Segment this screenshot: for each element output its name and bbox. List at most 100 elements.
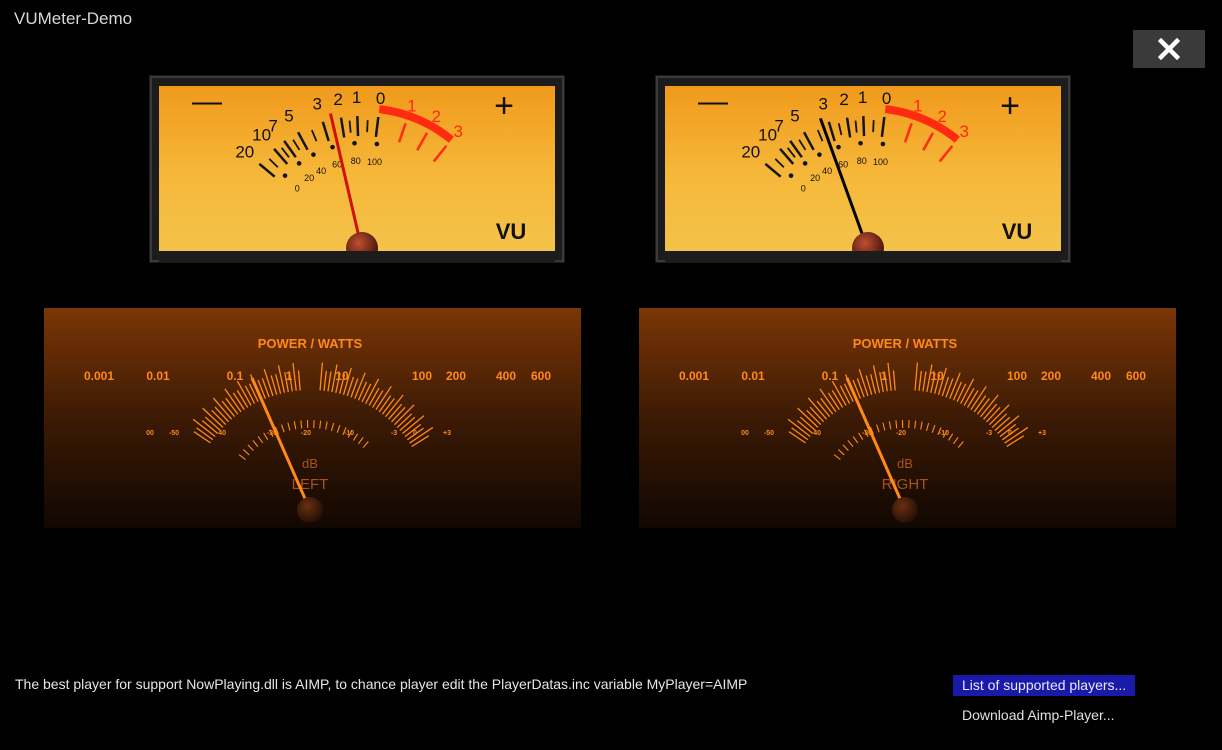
vu-percent-label: 0 [295,183,300,193]
vu-db-label: 7 [774,116,783,135]
power-db-label: 0 [413,430,417,437]
power-unit-label: dB [302,456,318,471]
power-db-label: -20 [896,430,906,437]
power-db-label: -50 [764,430,774,437]
vu-db-label: 1 [352,88,361,107]
power-db-label: -3 [391,430,397,437]
power-watt-label: 400 [496,369,516,383]
power-db-label: +3 [1038,430,1046,437]
vu-db-label: 2 [937,107,946,126]
vu-percent-label: 20 [304,173,314,183]
vu-percent-label: 20 [810,173,820,183]
close-button[interactable] [1133,30,1205,68]
vu-db-label: 0 [376,89,385,108]
power-db-label: -40 [811,430,821,437]
power-meter-left: POWER / WATTS 0.001 0.01 0.1 1 10 100 200 400 600… [44,308,581,528]
vu-db-label: 0 [882,89,891,108]
power-needle-pivot [892,497,918,523]
vu-minus-label: — [698,85,728,118]
power-db-label: 00 [741,430,749,437]
vu-meter-right: 20 10 7 5 3 2 1 0 1 2 3 0 20 40 60 80 100— + VU [655,75,1071,263]
vu-db-label: 5 [284,107,293,126]
vu-percent-label: 0 [801,183,806,193]
vu-tick [356,116,360,137]
vu-tick [862,116,866,137]
vu-percent-dot [311,152,316,157]
power-watt-label: 200 [1041,369,1061,383]
vu-db-label: 2 [839,90,848,109]
power-watt-label: 0.01 [741,369,765,383]
vu-db-label: 5 [790,107,799,126]
close-icon [1158,38,1180,60]
power-meter-right: POWER / WATTS 0.001 0.01 0.1 1 10 100 200 400 600… [639,308,1176,528]
power-title: POWER / WATTS [258,336,363,351]
vu-unit-label: VU [496,219,527,244]
vu-db-label: 3 [313,95,322,114]
vu-db-label: 1 [913,96,922,115]
power-db-label: 0 [1008,430,1012,437]
power-db-label: 00 [146,430,154,437]
vu-percent-label: 40 [822,166,832,176]
download-aimp-link[interactable]: Download Aimp-Player... [962,707,1115,723]
vu-db-label: 3 [819,95,828,114]
power-watt-label: 0.1 [822,369,839,383]
power-db-label: -50 [169,430,179,437]
vu-db-label: 1 [858,88,867,107]
power-watt-label: 100 [412,369,432,383]
vu-db-label: 2 [431,107,440,126]
power-watt-label: 0.01 [146,369,170,383]
power-watt-label: 100 [1007,369,1027,383]
vu-minor-tick [854,120,858,133]
vu-percent-dot [330,144,335,150]
vu-percent-dot [374,141,380,147]
vu-db-label: 20 [741,143,760,162]
vu-unit-label: VU [1002,219,1033,244]
vu-percent-label: 40 [316,166,326,176]
vu-db-label: 3 [960,122,969,141]
vu-percent-dot [858,140,863,146]
vu-percent-dot [880,141,886,147]
power-watt-label: 600 [1126,369,1146,383]
power-watt-label: 0.1 [227,369,244,383]
vu-percent-label: 80 [857,156,867,166]
power-db-label: -10 [344,430,354,437]
vu-percent-label: 80 [351,156,361,166]
power-channel-label: RIGHT [882,476,929,493]
power-watt-label: 600 [531,369,551,383]
vu-db-label: 20 [235,143,254,162]
vu-percent-dot [802,161,808,166]
vu-percent-dot [296,161,302,166]
vu-plus-label: + [494,87,514,125]
power-watt-label: 0.001 [84,369,114,383]
power-db-label: +3 [443,430,451,437]
power-db-label: -10 [939,430,949,437]
vu-minor-tick [348,120,352,133]
power-needle-pivot [297,497,323,523]
window-title: VUMeter-Demo [14,9,133,28]
power-db-label: -20 [301,430,311,437]
vu-percent-dot [817,152,822,157]
vu-percent-dot [282,173,288,178]
vu-minus-label: — [192,85,222,118]
vu-db-label: 7 [268,116,277,135]
power-db-label: -3 [986,430,992,437]
vu-percent-dot [788,173,794,178]
power-unit-label: dB [897,456,913,471]
power-watt-label: 0.001 [679,369,709,383]
vu-minor-tick [366,120,369,133]
power-watt-label: 400 [1091,369,1111,383]
footer-info-text: The best player for support NowPlaying.d… [15,676,748,692]
vu-meter-left: 20 10 7 5 3 2 1 0 1 2 3 0 20 40 60 80 100— + VU [149,75,565,263]
vu-percent-dot [352,140,357,146]
power-title: POWER / WATTS [853,336,958,351]
supported-players-link[interactable]: List of supported players... [953,675,1136,696]
vu-percent-dot [836,144,841,150]
vu-db-label: 3 [454,122,463,141]
vu-percent-label: 100 [873,157,888,167]
power-watt-label: 200 [446,369,466,383]
vu-db-label: 1 [407,96,416,115]
vu-minor-tick [872,120,875,133]
power-db-label: -40 [216,430,226,437]
vu-db-label: 2 [333,90,342,109]
vu-percent-label: 100 [367,157,382,167]
